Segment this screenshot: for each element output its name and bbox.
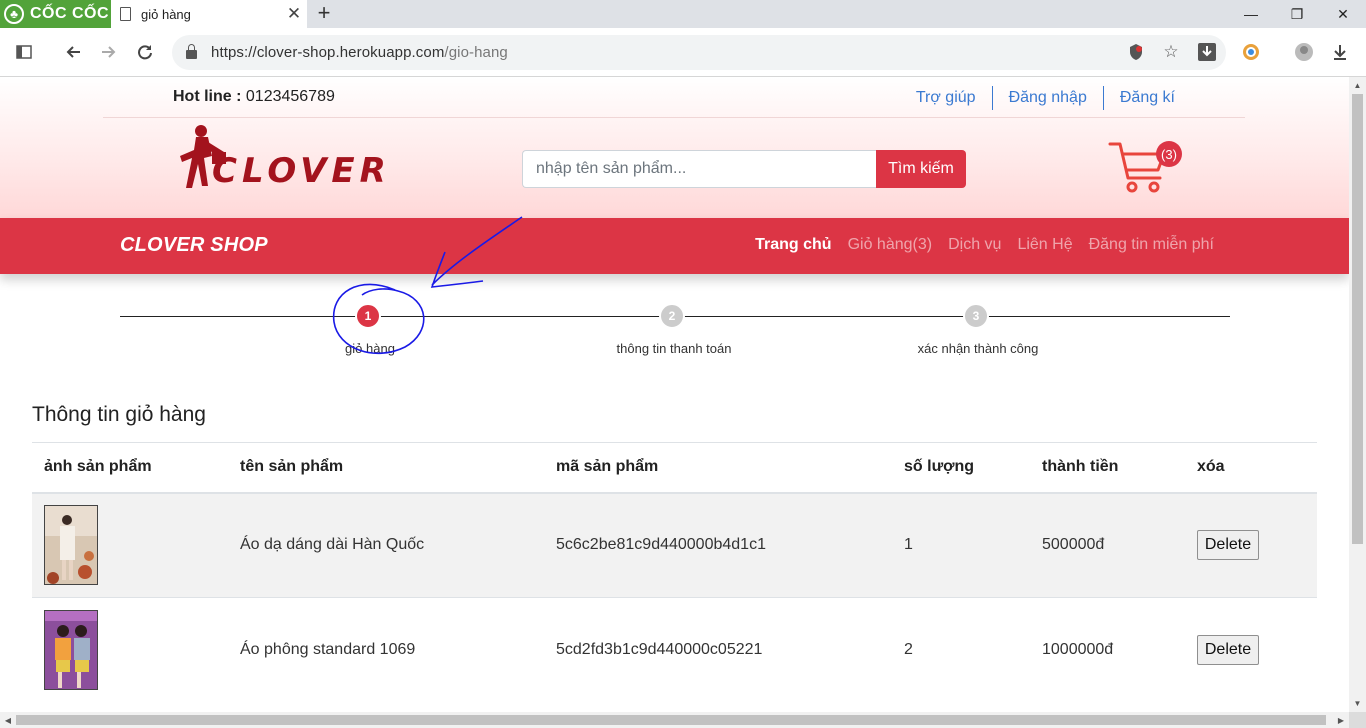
nav-post-free[interactable]: Đăng tin miễn phí <box>1081 236 1222 254</box>
address-bar[interactable]: https://clover-shop.herokuapp.com/gio-ha… <box>172 35 1226 70</box>
browser-logo[interactable]: ♣ CỐC CỐC <box>0 0 111 28</box>
col-code: mã sản phẩm <box>544 442 892 494</box>
product-qty: 2 <box>892 597 1030 703</box>
minimize-icon[interactable]: — <box>1228 0 1274 28</box>
hotline: Hot line : 0123456789 <box>173 88 335 106</box>
extension-icon[interactable] <box>1239 40 1263 64</box>
col-delete: xóa <box>1185 442 1317 494</box>
scroll-right-icon[interactable]: ▶ <box>1333 712 1349 728</box>
search-input[interactable] <box>522 150 876 188</box>
cart-table: ảnh sản phẩm tên sản phẩm mã sản phẩm số… <box>32 442 1317 703</box>
product-name: Áo dạ dáng dài Hàn Quốc <box>228 492 544 598</box>
nav-contact[interactable]: Liên Hệ <box>1009 236 1080 254</box>
delete-button[interactable]: Delete <box>1197 635 1259 666</box>
close-tab-icon[interactable]: ✕ <box>285 4 303 24</box>
help-link[interactable]: Trợ giúp <box>900 86 992 110</box>
close-window-icon[interactable]: ✕ <box>1320 0 1366 28</box>
step-1-marker: 1 <box>355 303 381 329</box>
top-links: Trợ giúp Đăng nhập Đăng kí <box>900 86 1191 110</box>
site-header: Hot line : 0123456789 Trợ giúp Đăng nhập… <box>0 77 1349 218</box>
restore-icon[interactable]: ❐ <box>1274 0 1320 28</box>
product-qty: 1 <box>892 492 1030 598</box>
col-name: tên sản phẩm <box>228 442 544 494</box>
product-code: 5cd2fd3b1c9d440000c05221 <box>544 597 892 703</box>
browser-brand: CỐC CỐC <box>30 5 110 22</box>
search-button[interactable]: Tìm kiếm <box>876 150 966 188</box>
coccoc-icon: ♣ <box>4 4 24 24</box>
step-3-label: xác nhận thành công <box>917 341 1039 356</box>
nav-links: Trang chủ Giỏ hàng(3) Dịch vụ Liên Hệ Đă… <box>747 236 1222 254</box>
scroll-left-icon[interactable]: ◀ <box>0 712 16 728</box>
star-icon[interactable]: ☆ <box>1159 40 1183 64</box>
col-qty: số lượng <box>892 442 1030 494</box>
scroll-up-icon[interactable]: ▲ <box>1349 77 1366 94</box>
product-name: Áo phông standard 1069 <box>228 597 544 703</box>
step-2-marker: 2 <box>659 303 685 329</box>
cart-count-badge: (3) <box>1156 141 1182 167</box>
browser-tab[interactable]: giỏ hàng ✕ <box>111 0 307 28</box>
nav-services[interactable]: Dịch vụ <box>940 236 1009 254</box>
product-code: 5c6c2be81c9d440000b4d1c1 <box>544 492 892 598</box>
search-form: Tìm kiếm <box>522 150 966 188</box>
register-link[interactable]: Đăng kí <box>1102 86 1191 110</box>
page-icon <box>120 7 131 21</box>
shield-icon[interactable] <box>1124 40 1148 64</box>
lock-icon <box>186 44 197 59</box>
main-navbar: CLOVER SHOP Trang chủ Giỏ hàng(3) Dịch v… <box>0 218 1349 274</box>
reload-icon[interactable] <box>133 40 157 64</box>
new-tab-button[interactable]: + <box>314 2 334 26</box>
product-total: 1000000đ <box>1030 597 1185 703</box>
col-image: ảnh sản phẩm <box>32 442 228 494</box>
header-divider <box>103 117 1245 118</box>
hotline-label: Hot line : <box>173 88 242 105</box>
login-link[interactable]: Đăng nhập <box>991 86 1103 110</box>
clover-logo[interactable]: CLOVER <box>168 122 418 194</box>
download-page-icon[interactable] <box>1195 40 1219 64</box>
vertical-scroll-thumb[interactable] <box>1352 94 1363 544</box>
table-header-row: ảnh sản phẩm tên sản phẩm mã sản phẩm số… <box>32 442 1317 494</box>
product-total: 500000đ <box>1030 492 1185 598</box>
scrollbar-corner <box>1349 712 1366 728</box>
delete-button[interactable]: Delete <box>1197 530 1259 561</box>
downloads-icon[interactable] <box>1328 40 1352 64</box>
web-page: Hot line : 0123456789 Trợ giúp Đăng nhập… <box>0 77 1349 712</box>
vertical-scrollbar[interactable]: ▲ ▼ <box>1349 77 1366 712</box>
cart-button[interactable]: (3) <box>1108 140 1186 196</box>
nav-cart[interactable]: Giỏ hàng(3) <box>840 236 941 254</box>
product-image[interactable] <box>44 505 98 586</box>
tab-title: giỏ hàng <box>141 6 191 22</box>
nav-brand[interactable]: CLOVER SHOP <box>120 234 268 257</box>
logo-text: CLOVER <box>212 151 391 191</box>
step-1-label: giỏ hàng <box>345 341 395 356</box>
step-2-label: thông tin thanh toán <box>616 341 732 356</box>
forward-icon[interactable] <box>97 40 121 64</box>
product-image[interactable] <box>44 610 98 691</box>
table-row: Áo dạ dáng dài Hàn Quốc 5c6c2be81c9d4400… <box>32 492 1317 598</box>
horizontal-scroll-thumb[interactable] <box>16 715 1326 725</box>
col-total: thành tiền <box>1030 442 1185 494</box>
sidebar-toggle-icon[interactable] <box>12 40 36 64</box>
profile-avatar-icon[interactable] <box>1292 40 1316 64</box>
scroll-down-icon[interactable]: ▼ <box>1349 695 1366 712</box>
cart-section-title: Thông tin giỏ hàng <box>32 403 206 426</box>
horizontal-scrollbar[interactable]: ◀ ▶ <box>0 712 1366 728</box>
window-controls: — ❐ ✕ <box>1228 0 1366 28</box>
hotline-number: 0123456789 <box>245 88 335 105</box>
step-3-marker: 3 <box>963 303 989 329</box>
url-text: https://clover-shop.herokuapp.com/gio-ha… <box>211 44 508 61</box>
browser-tab-bar: ♣ CỐC CỐC giỏ hàng ✕ + — ❐ ✕ <box>0 0 1366 28</box>
back-icon[interactable] <box>61 40 85 64</box>
nav-home[interactable]: Trang chủ <box>747 236 839 254</box>
table-row: Áo phông standard 1069 5cd2fd3b1c9d44000… <box>32 597 1317 703</box>
browser-toolbar: https://clover-shop.herokuapp.com/gio-ha… <box>0 28 1366 77</box>
